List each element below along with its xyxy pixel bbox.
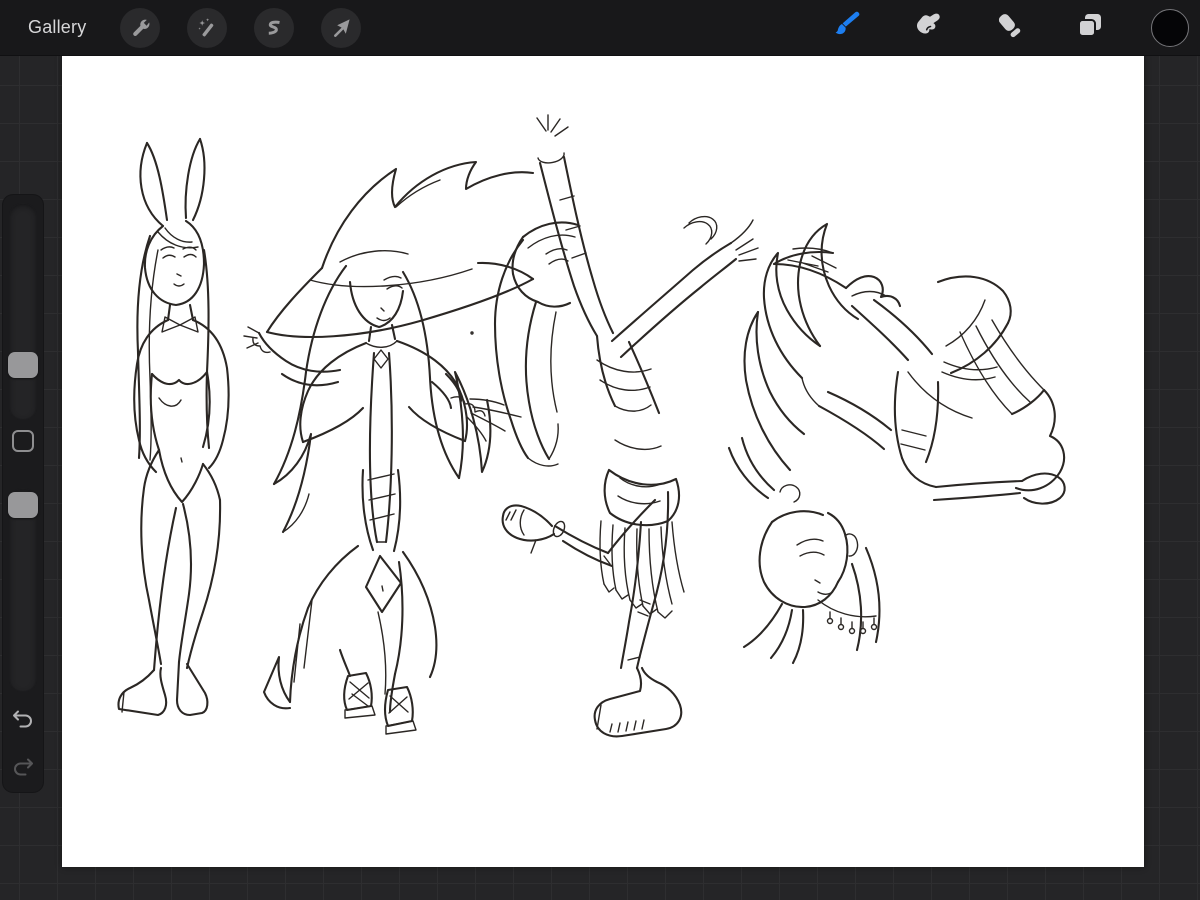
- undo-arrow-icon: [10, 707, 36, 738]
- sketch-artwork: [117, 114, 1066, 738]
- opacity-slider[interactable]: [9, 488, 37, 692]
- erase-tool-button[interactable]: [989, 8, 1029, 48]
- eraser-icon: [992, 8, 1026, 47]
- selection-button[interactable]: [254, 7, 295, 48]
- sketch-dancer-girl: [493, 114, 759, 738]
- modify-button[interactable]: [12, 430, 34, 452]
- gallery-button[interactable]: Gallery: [28, 17, 86, 38]
- redo-arrow-icon: [10, 755, 36, 786]
- undo-button[interactable]: [10, 709, 36, 735]
- brush-icon: [830, 8, 864, 47]
- layers-button[interactable]: [1070, 8, 1110, 48]
- sketch-witch-girl: [243, 160, 535, 735]
- smudge-finger-icon: [911, 8, 945, 47]
- drawing-canvas[interactable]: [62, 55, 1144, 867]
- brush-sidebar: [3, 195, 43, 792]
- layers-icon: [1073, 8, 1107, 47]
- magic-wand-icon: [195, 16, 219, 40]
- selection-s-icon: [262, 16, 286, 40]
- top-toolbar: Gallery: [0, 0, 1200, 56]
- actions-button[interactable]: [120, 7, 161, 48]
- smudge-tool-button[interactable]: [908, 8, 948, 48]
- sketch-falling-girl: [727, 222, 1066, 665]
- adjustments-button[interactable]: [187, 7, 228, 48]
- transform-arrow-icon: [329, 16, 353, 40]
- sketch-bunny-suit-girl: [117, 137, 230, 717]
- brush-size-handle[interactable]: [8, 352, 38, 378]
- wrench-icon: [128, 16, 152, 40]
- paint-tool-button[interactable]: [827, 8, 867, 48]
- opacity-handle[interactable]: [8, 492, 38, 518]
- brush-size-slider[interactable]: [9, 203, 37, 420]
- color-swatch-circle[interactable]: [1151, 8, 1189, 47]
- redo-button[interactable]: [10, 757, 36, 783]
- transform-button[interactable]: [321, 7, 362, 48]
